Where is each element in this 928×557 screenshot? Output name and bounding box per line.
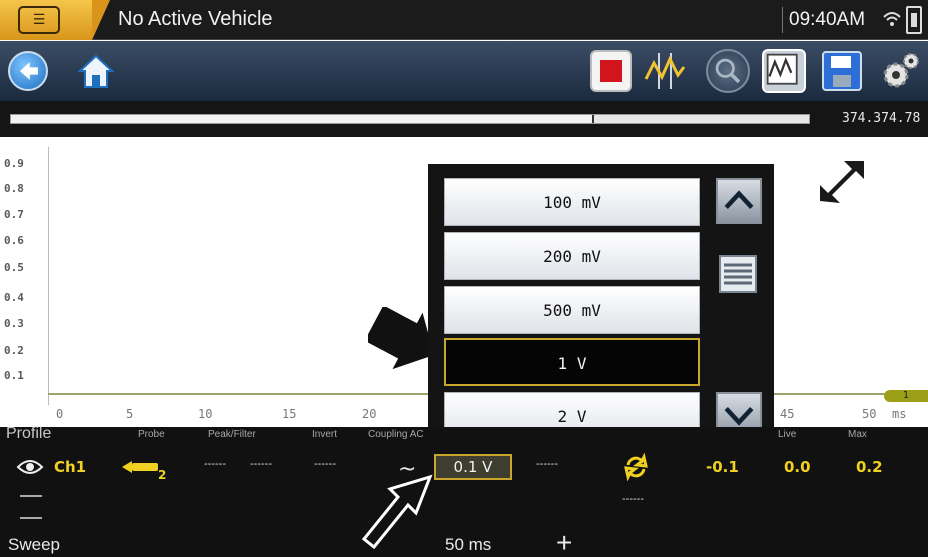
y-tick-label: 0.5 <box>4 261 24 274</box>
trigger-marker[interactable]: 1 <box>884 390 928 402</box>
eye-icon[interactable] <box>16 457 44 477</box>
vehicle-logo-tab[interactable]: ☰ <box>0 0 110 40</box>
y-tick-label: 0.4 <box>4 291 24 304</box>
x-tick-label: 0 <box>56 407 64 421</box>
chevron-up-icon <box>724 190 754 209</box>
title-bar: ☰ No Active Vehicle 09:40AM <box>0 0 928 40</box>
probe-sub-label: 2 <box>158 468 166 481</box>
clock: 09:40AM <box>782 7 865 33</box>
probe-icon[interactable]: 2 <box>120 455 170 481</box>
waveform-icon <box>766 53 798 85</box>
vehicle-logo-icon: ☰ <box>18 6 60 34</box>
waveform-button[interactable] <box>762 49 806 93</box>
x-tick-label: 20 <box>362 407 377 421</box>
sweep-value[interactable]: 50 ms <box>445 535 491 555</box>
max-value: 0.2 <box>856 458 883 476</box>
scale-selector[interactable]: 0.1 V <box>434 454 512 480</box>
settings-button[interactable] <box>878 49 922 93</box>
peak-value[interactable]: ------ <box>204 458 226 470</box>
x-tick-label: 10 <box>198 407 213 421</box>
toolbar <box>0 41 928 101</box>
y-tick-label: 0.8 <box>4 182 24 195</box>
scale-option[interactable]: 200 mV <box>444 232 700 280</box>
volts-per-division-dropdown: 100 mV 200 mV 500 mV 1 V 2 V <box>428 164 774 440</box>
zoom-button[interactable] <box>706 49 750 93</box>
buffer-readout: 374.374.78 <box>842 111 921 126</box>
x-tick-label: 50 <box>862 407 877 421</box>
y-tick-label: 0.2 <box>4 344 24 357</box>
cursor-button[interactable] <box>642 49 688 93</box>
zoom-icon <box>715 58 741 84</box>
window-title: No Active Vehicle <box>118 8 273 30</box>
x-axis-unit: ms <box>892 407 907 421</box>
buffer-position[interactable] <box>11 115 594 123</box>
coupling-header: Coupling AC <box>368 429 424 440</box>
buffer-scrollbar[interactable] <box>10 114 810 124</box>
battery-icon <box>906 6 922 34</box>
position-value[interactable]: ------ <box>536 458 558 470</box>
scale-option[interactable]: 500 mV <box>444 286 700 334</box>
scroll-up-button[interactable] <box>716 178 762 224</box>
y-tick-label: 0.1 <box>4 369 24 382</box>
probe-header: Probe <box>138 429 165 440</box>
y-axis <box>48 147 49 405</box>
channel-label[interactable]: Ch1 <box>54 458 86 476</box>
invert-header: Invert <box>312 429 338 440</box>
home-icon <box>77 54 115 88</box>
save-button[interactable] <box>822 51 862 91</box>
live-value: 0.0 <box>784 458 811 476</box>
back-button[interactable] <box>8 51 48 91</box>
refresh-icon[interactable] <box>622 453 650 481</box>
trigger-value: ------ <box>622 493 644 505</box>
y-tick-label: 0.3 <box>4 317 24 330</box>
x-tick-label: 45 <box>780 407 795 421</box>
sweep-increase-button[interactable]: + <box>556 527 572 557</box>
channel-panel: Profile Probe Peak/Filter Invert Couplin… <box>0 425 928 557</box>
y-tick-label: 0.6 <box>4 234 24 247</box>
y-tick-label: 0.9 <box>4 157 24 170</box>
min-value: -0.1 <box>706 458 739 476</box>
x-tick-label: 15 <box>282 407 297 421</box>
stop-button[interactable] <box>590 50 632 92</box>
filter-value[interactable]: ------ <box>250 458 272 470</box>
live-header: Live <box>778 429 797 440</box>
back-icon <box>19 62 38 80</box>
wifi-icon <box>883 12 901 26</box>
settings-icon <box>883 53 919 88</box>
pointer-outline-arrow-icon <box>361 474 433 550</box>
invert-value[interactable]: ------ <box>314 458 336 470</box>
x-tick-label: 5 <box>126 407 134 421</box>
scale-option-selected[interactable]: 1 V <box>444 338 700 386</box>
channel-2-toggle-icon[interactable] <box>20 495 42 519</box>
home-button[interactable] <box>76 51 116 91</box>
scroll-thumb-icon[interactable] <box>718 254 758 294</box>
y-tick-label: 0.7 <box>4 208 24 221</box>
sweep-label: Sweep <box>8 535 60 554</box>
peak-filter-header: Peak/Filter <box>208 429 256 440</box>
profile-header: Profile <box>6 425 52 442</box>
max-header: Max <box>848 429 867 440</box>
scale-option[interactable]: 100 mV <box>444 178 700 226</box>
expand-icon[interactable] <box>814 157 872 207</box>
cursor-icon <box>644 53 686 89</box>
record-buffer-strip: 374.374.78 <box>0 101 928 137</box>
